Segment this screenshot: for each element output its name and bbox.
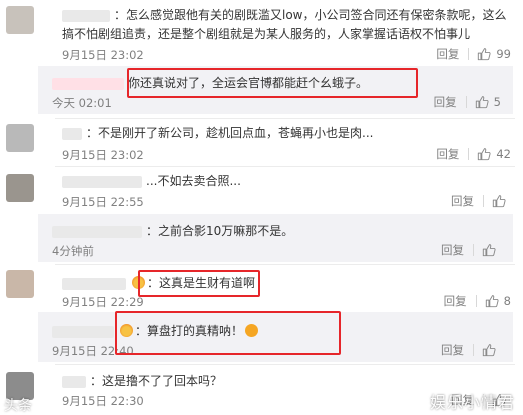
like-button[interactable]	[482, 343, 501, 357]
username[interactable]	[62, 375, 86, 388]
like-button[interactable]: 8	[485, 294, 511, 308]
divider	[475, 295, 477, 307]
comment-time: 9月15日 22:55	[62, 195, 144, 209]
like-count: 42	[496, 147, 511, 161]
reply-item: ：之前合影10万嘛那不是。 4分钟前 回复	[38, 214, 513, 262]
comment-item: ：不是刚开了新公司，趁机回点血，苍蝇再小也是肉... 9月15日 23:02 回…	[0, 118, 523, 168]
avatar[interactable]	[6, 124, 34, 152]
watermark-left: 头条	[4, 398, 32, 414]
laugh-emoji-icon	[120, 324, 133, 337]
divider	[473, 244, 474, 256]
reply-text: ：之前合影10万嘛那不是。	[52, 222, 501, 241]
reply-actions: 回复 5	[434, 94, 501, 110]
username[interactable]	[62, 277, 126, 290]
reply-button[interactable]: 回复	[436, 46, 459, 62]
reply-time: 4分钟前	[52, 244, 94, 258]
watermark: 娱乐小情君	[429, 393, 515, 412]
comment-item: ：怎么感觉跟他有关的剧既滥又low，小公司签合同还有保密条款呢，这么搞不怕剧组追…	[0, 0, 523, 68]
fire-emoji-icon	[245, 324, 259, 337]
reply-button[interactable]: 回复	[441, 242, 464, 258]
reply-item: ：算盘打的真精呐！ 9月15日 22:40 回复	[38, 312, 513, 362]
comment-text: ：怎么感觉跟他有关的剧既滥又low，小公司签合同还有保密条款呢，这么搞不怕剧组追…	[62, 8, 507, 41]
like-count: 8	[503, 294, 511, 308]
reply-text: ：算盘打的真精呐！	[52, 322, 501, 341]
reply-button[interactable]: 回复	[444, 293, 467, 309]
divider	[468, 148, 470, 160]
divider	[483, 195, 484, 207]
reply-actions: 回复	[441, 342, 501, 358]
like-count: 99	[496, 47, 511, 61]
like-button[interactable]: 99	[477, 47, 511, 61]
like-button[interactable]	[492, 194, 511, 208]
comment-time: 9月15日 23:02	[62, 48, 144, 62]
avatar[interactable]	[6, 174, 34, 202]
reply-time: 9月15日 22:40	[52, 344, 134, 358]
username[interactable]	[62, 127, 82, 140]
comment-item: ：这真是生财有道啊 9月15日 22:29 回复 8	[0, 264, 523, 312]
divider	[473, 344, 474, 356]
username[interactable]	[62, 9, 110, 22]
reply-item: 你还真说对了，全运会官博都能赶个幺蛾子。 今天 02:01 回复 5	[38, 66, 513, 114]
reply-actions: 回复	[441, 242, 501, 258]
avatar[interactable]	[6, 270, 34, 298]
reply-time: 今天 02:01	[52, 96, 112, 110]
comment-actions: 回复 42	[436, 146, 511, 162]
comment-time: 9月15日 23:02	[62, 148, 144, 162]
reply-button[interactable]: 回复	[436, 146, 459, 162]
like-button[interactable]	[482, 243, 501, 257]
thumbs-up-icon	[477, 147, 491, 161]
comment-text: ...不如去卖合照...	[62, 172, 511, 191]
thumbs-up-icon	[475, 95, 489, 109]
like-count: 5	[493, 95, 501, 109]
divider	[468, 48, 470, 60]
reply-button[interactable]: 回复	[451, 193, 474, 209]
avatar[interactable]	[6, 6, 34, 34]
divider	[465, 96, 467, 108]
comment-text: ：不是刚开了新公司，趁机回点血，苍蝇再小也是肉...	[62, 124, 511, 143]
comment-time: 9月15日 22:29	[62, 295, 144, 309]
username[interactable]	[52, 225, 142, 238]
comment-actions: 回复 8	[444, 293, 511, 309]
like-button[interactable]: 5	[475, 95, 501, 109]
username[interactable]	[62, 175, 142, 188]
reply-text: 你还真说对了，全运会官博都能赶个幺蛾子。	[52, 74, 501, 93]
like-button[interactable]: 42	[477, 147, 511, 161]
comment-time: 9月15日 22:30	[62, 394, 144, 408]
laugh-emoji-icon	[132, 276, 145, 289]
username[interactable]	[52, 325, 114, 338]
thumbs-up-icon	[482, 343, 496, 357]
username[interactable]	[52, 77, 124, 90]
reply-button[interactable]: 回复	[434, 94, 457, 110]
reply-button[interactable]: 回复	[441, 342, 464, 358]
comment-item: ...不如去卖合照... 9月15日 22:55 回复	[0, 166, 523, 212]
comment-actions: 回复 99	[436, 46, 511, 62]
thumbs-up-icon	[477, 47, 491, 61]
comment-text: ：这真是生财有道啊	[62, 274, 511, 293]
comment-actions: 回复	[451, 193, 511, 209]
thumbs-up-icon	[485, 294, 499, 308]
thumbs-up-icon	[482, 243, 496, 257]
thumbs-up-icon	[492, 194, 506, 208]
